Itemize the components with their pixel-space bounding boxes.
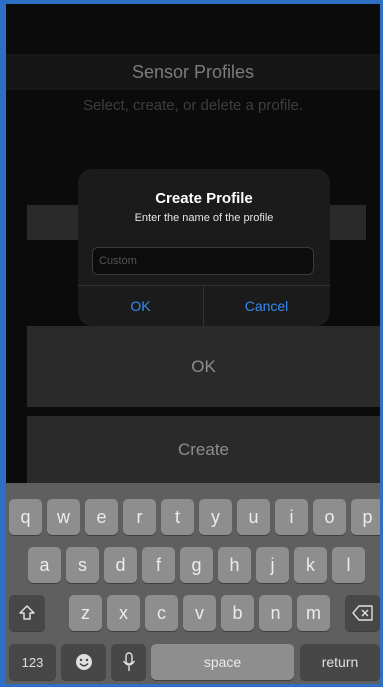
key-p[interactable]: p bbox=[351, 499, 380, 535]
key-h[interactable]: h bbox=[218, 547, 251, 583]
key-j[interactable]: j bbox=[256, 547, 289, 583]
dialog-title: Create Profile bbox=[155, 190, 253, 207]
key-e[interactable]: e bbox=[85, 499, 118, 535]
key-o[interactable]: o bbox=[313, 499, 346, 535]
key-b[interactable]: b bbox=[221, 595, 254, 631]
key-s[interactable]: s bbox=[66, 547, 99, 583]
key-i[interactable]: i bbox=[275, 499, 308, 535]
dialog-ok-button[interactable]: OK bbox=[78, 286, 203, 326]
key-f[interactable]: f bbox=[142, 547, 175, 583]
key-u[interactable]: u bbox=[237, 499, 270, 535]
dialog-message: Enter the name of the profile bbox=[134, 212, 274, 224]
delete-icon bbox=[351, 605, 373, 621]
key-q[interactable]: q bbox=[9, 499, 42, 535]
microphone-icon bbox=[122, 652, 135, 671]
key-n[interactable]: n bbox=[259, 595, 292, 631]
microphone-key[interactable] bbox=[111, 644, 146, 680]
page-subtitle: Select, create, or delete a profile. bbox=[82, 97, 304, 114]
delete-key[interactable] bbox=[345, 595, 380, 631]
shift-icon bbox=[19, 605, 35, 620]
key-v[interactable]: v bbox=[183, 595, 216, 631]
return-key[interactable]: return bbox=[300, 644, 380, 680]
key-g[interactable]: g bbox=[180, 547, 213, 583]
emoji-icon bbox=[75, 654, 92, 670]
key-c[interactable]: c bbox=[145, 595, 178, 631]
emoji-key[interactable] bbox=[61, 644, 106, 680]
keyboard: qwertyuiop asdfghjkl zxcvbnm 123 space r… bbox=[6, 483, 380, 684]
key-z[interactable]: z bbox=[69, 595, 102, 631]
key-x[interactable]: x bbox=[107, 595, 140, 631]
profile-row-right bbox=[330, 205, 366, 240]
app-screen: Sensor Profiles Select, create, or delet… bbox=[6, 4, 380, 684]
profile-row-left bbox=[27, 205, 78, 240]
dialog-cancel-button[interactable]: Cancel bbox=[204, 286, 329, 326]
key-y[interactable]: y bbox=[199, 499, 232, 535]
shift-key[interactable] bbox=[9, 595, 45, 631]
key-a[interactable]: a bbox=[28, 547, 61, 583]
profile-name-input[interactable] bbox=[92, 247, 314, 275]
ok-button[interactable]: OK bbox=[27, 326, 380, 407]
create-button[interactable]: Create bbox=[27, 416, 380, 483]
key-w[interactable]: w bbox=[47, 499, 80, 535]
page-title: Sensor Profiles bbox=[131, 62, 255, 82]
create-profile-dialog: Create Profile Enter the name of the pro… bbox=[78, 169, 330, 326]
key-m[interactable]: m bbox=[297, 595, 330, 631]
key-l[interactable]: l bbox=[332, 547, 365, 583]
numbers-key[interactable]: 123 bbox=[9, 644, 56, 680]
key-d[interactable]: d bbox=[104, 547, 137, 583]
space-key[interactable]: space bbox=[151, 644, 294, 680]
key-k[interactable]: k bbox=[294, 547, 327, 583]
key-r[interactable]: r bbox=[123, 499, 156, 535]
key-t[interactable]: t bbox=[161, 499, 194, 535]
